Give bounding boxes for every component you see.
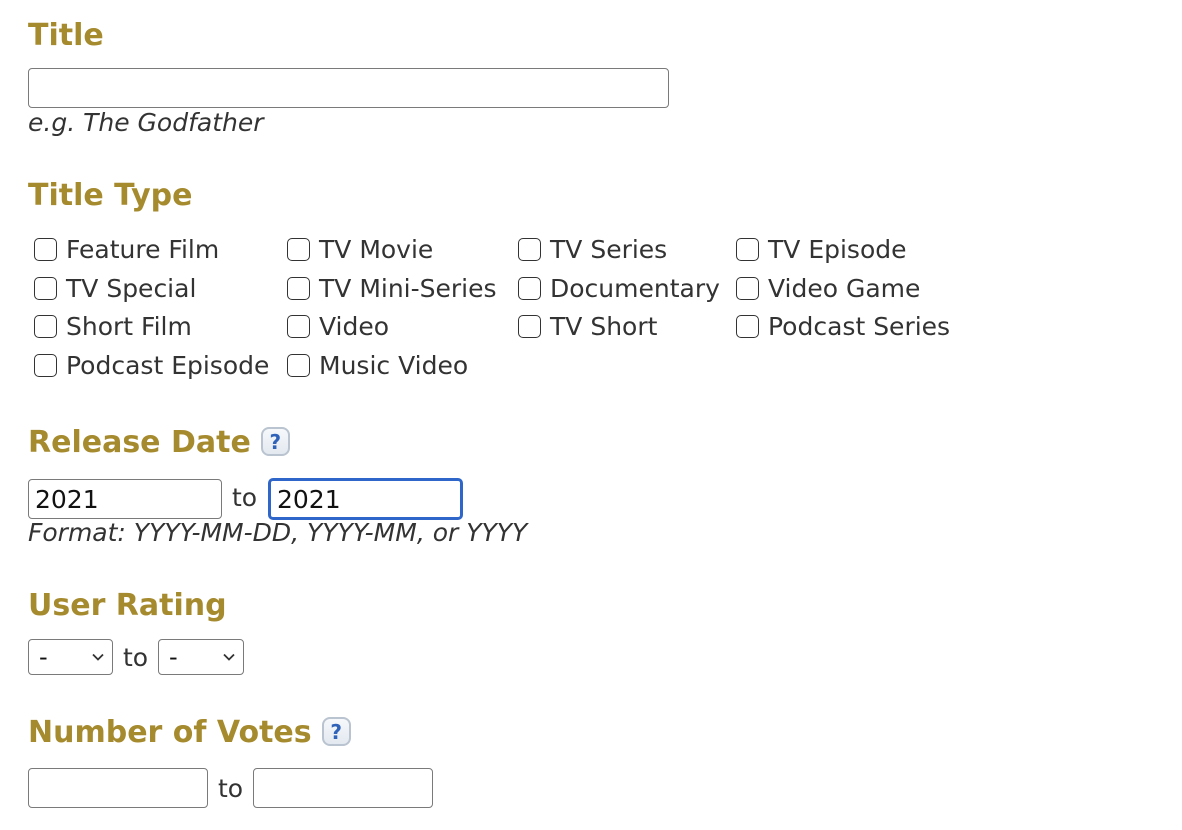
release-date-to-label: to [232,483,258,512]
checkbox-box[interactable] [34,237,57,261]
checkbox-label: Podcast Episode [66,350,270,380]
checkbox-label: TV Episode [768,234,907,264]
checkbox-label: Video [319,311,390,341]
checkbox-tv-movie[interactable]: TV Movie [287,231,433,267]
checkbox-podcast-series[interactable]: Podcast Series [736,308,950,344]
checkbox-box[interactable] [34,276,57,300]
checkbox-short-film[interactable]: Short Film [34,308,192,344]
checkbox-label: Podcast Series [768,311,951,341]
checkbox-label: Video Game [768,273,921,303]
votes-to-input[interactable] [253,768,433,808]
checkbox-label: TV Series [550,234,668,264]
select-value: - [39,643,48,671]
checkbox-tv-episode[interactable]: TV Episode [736,231,907,267]
checkbox-box[interactable] [518,237,541,261]
checkbox-music-video[interactable]: Music Video [287,347,468,383]
select-value: - [169,643,178,671]
release-date-from-input[interactable] [28,479,222,519]
checkbox-tv-mini-series[interactable]: TV Mini-Series [287,270,497,306]
number-of-votes-heading-text: Number of Votes [28,715,312,750]
help-question-icon[interactable]: ? [321,717,351,746]
release-date-heading: Release Date? [28,425,290,461]
chevron-down-icon [92,651,104,663]
checkbox-tv-short[interactable]: TV Short [518,308,657,344]
user-rating-min-select[interactable]: - [28,639,113,675]
release-date-format-hint: Format: YYYY-MM-DD, YYYY-MM, or YYYY [28,518,528,547]
checkbox-documentary[interactable]: Documentary [518,270,720,306]
checkbox-label: TV Mini-Series [319,273,497,303]
help-question-icon[interactable]: ? [260,427,290,456]
user-rating-max-select[interactable]: - [158,639,244,675]
checkbox-feature-film[interactable]: Feature Film [34,231,219,267]
title-hint: e.g. The Godfather [28,108,264,137]
votes-from-input[interactable] [28,768,208,808]
checkbox-label: Music Video [319,350,469,380]
release-date-heading-text: Release Date [28,425,251,460]
checkbox-label: Feature Film [66,234,220,264]
checkbox-box[interactable] [287,353,310,377]
checkbox-podcast-episode[interactable]: Podcast Episode [34,347,269,383]
checkbox-box[interactable] [34,314,57,338]
checkbox-box[interactable] [736,314,759,338]
checkbox-tv-series[interactable]: TV Series [518,231,667,267]
user-rating-heading: User Rating [28,588,227,623]
title-type-heading: Title Type [28,178,193,213]
checkbox-box[interactable] [736,276,759,300]
checkbox-label: TV Special [66,273,197,303]
checkbox-box[interactable] [518,314,541,338]
votes-to-label: to [218,774,244,803]
checkbox-box[interactable] [287,314,310,338]
number-of-votes-heading: Number of Votes? [28,715,351,751]
checkbox-box[interactable] [736,237,759,261]
checkbox-box[interactable] [287,276,310,300]
checkbox-box[interactable] [518,276,541,300]
checkbox-label: Short Film [66,311,192,341]
user-rating-to-label: to [123,643,149,672]
checkbox-tv-special[interactable]: TV Special [34,270,196,306]
checkbox-label: TV Short [550,311,658,341]
chevron-down-icon [223,651,235,663]
checkbox-video[interactable]: Video [287,308,389,344]
checkbox-label: TV Movie [319,234,434,264]
checkbox-box[interactable] [287,237,310,261]
title-heading: Title [28,18,104,53]
title-input[interactable] [28,68,669,108]
checkbox-box[interactable] [34,353,57,377]
checkbox-label: Documentary [550,273,720,303]
release-date-to-input[interactable] [269,479,462,519]
checkbox-video-game[interactable]: Video Game [736,270,920,306]
